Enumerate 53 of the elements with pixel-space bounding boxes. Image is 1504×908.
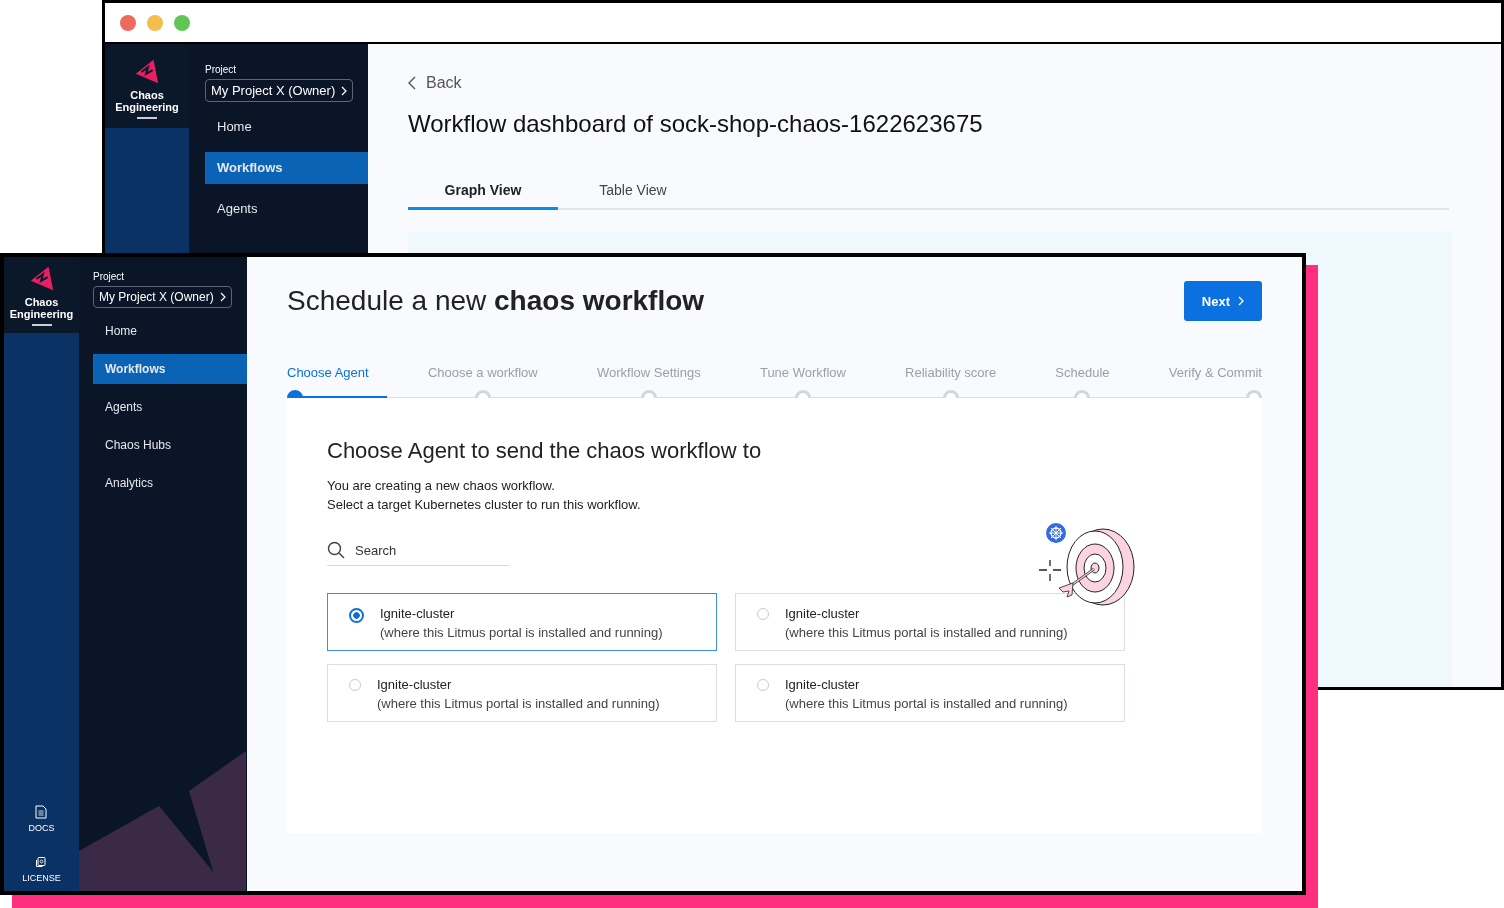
nav-item[interactable]: Agents xyxy=(205,193,368,225)
agent-name: Ignite-cluster xyxy=(785,606,861,621)
tab[interactable]: Table View xyxy=(558,182,708,210)
nav-item[interactable]: Agents xyxy=(93,392,247,422)
agent-option[interactable]: Ignite-cluster (where this Litmus portal is installed and running) xyxy=(735,664,1125,722)
agent-option[interactable]: Ignite-cluster (where this Litmus portal is installed and running) xyxy=(327,664,717,722)
project-label: Project xyxy=(205,64,238,75)
radio-button[interactable] xyxy=(349,608,364,623)
close-button[interactable] xyxy=(120,14,136,31)
search-icon xyxy=(327,541,345,559)
chevron-right-icon xyxy=(341,85,348,96)
sidebar-link[interactable]: DOCS xyxy=(28,805,55,833)
chevron-right-icon xyxy=(1238,296,1244,306)
project-selector[interactable]: My Project X (Owner) xyxy=(205,79,354,102)
nav-item[interactable]: Workflows xyxy=(93,354,247,384)
logo-icon xyxy=(133,58,161,86)
description-text: Select a target Kubernetes cluster to run this workflow. xyxy=(327,496,642,514)
sidebar-link[interactable]: LICENSE xyxy=(22,855,61,883)
agent-description: (where this Litmus portal is installed and running) xyxy=(785,696,1068,711)
nav-item[interactable]: Home xyxy=(93,316,247,346)
certificate-icon xyxy=(35,855,48,869)
page-title: Workflow dashboard of sock-shop-chaos-1622623675 xyxy=(408,110,984,138)
description-text: You are creating a new chaos workflow. xyxy=(327,477,556,495)
chevron-left-icon xyxy=(408,76,416,90)
minimize-button[interactable] xyxy=(147,14,163,31)
step-label[interactable]: Choose Agent xyxy=(287,365,369,380)
agent-description: (where this Litmus portal is installed and running) xyxy=(377,696,660,711)
back-link[interactable]: Back xyxy=(408,74,1501,92)
chevron-right-icon xyxy=(219,292,226,302)
section-heading: Choose Agent to send the chaos workflow to xyxy=(327,438,763,464)
search-field[interactable]: Search xyxy=(353,541,497,559)
maximize-button[interactable] xyxy=(174,14,190,31)
next-button[interactable]: Next xyxy=(1183,281,1262,321)
nav-item[interactable]: Workflows xyxy=(205,152,368,184)
nav-item[interactable]: Home xyxy=(205,111,368,143)
agent-name: Ignite-cluster xyxy=(380,606,456,621)
agent-description: (where this Litmus portal is installed and running) xyxy=(785,625,1068,640)
nav-item[interactable]: Chaos Hubs xyxy=(93,430,247,460)
logo-underline xyxy=(31,324,52,326)
nav-item[interactable]: Analytics xyxy=(93,468,247,498)
agent-description: (where this Litmus portal is installed and running) xyxy=(380,625,663,640)
project-selector[interactable]: My Project X (Owner) xyxy=(93,286,232,308)
logo-text: Chaos Engineering xyxy=(114,89,180,113)
project-label: Project xyxy=(93,271,126,282)
agent-option[interactable]: Ignite-cluster (where this Litmus portal is installed and running) xyxy=(327,593,717,651)
document-icon xyxy=(35,805,48,819)
agent-name: Ignite-cluster xyxy=(377,677,453,692)
tab[interactable]: Graph View xyxy=(408,182,558,210)
logo-underline xyxy=(137,117,157,119)
page-title: Schedule a new chaos workflow xyxy=(287,285,705,317)
agent-option[interactable]: Ignite-cluster (where this Litmus portal is installed and running) xyxy=(735,593,1125,651)
agent-name: Ignite-cluster xyxy=(785,677,861,692)
logo-text: Chaos Engineering xyxy=(8,296,75,320)
